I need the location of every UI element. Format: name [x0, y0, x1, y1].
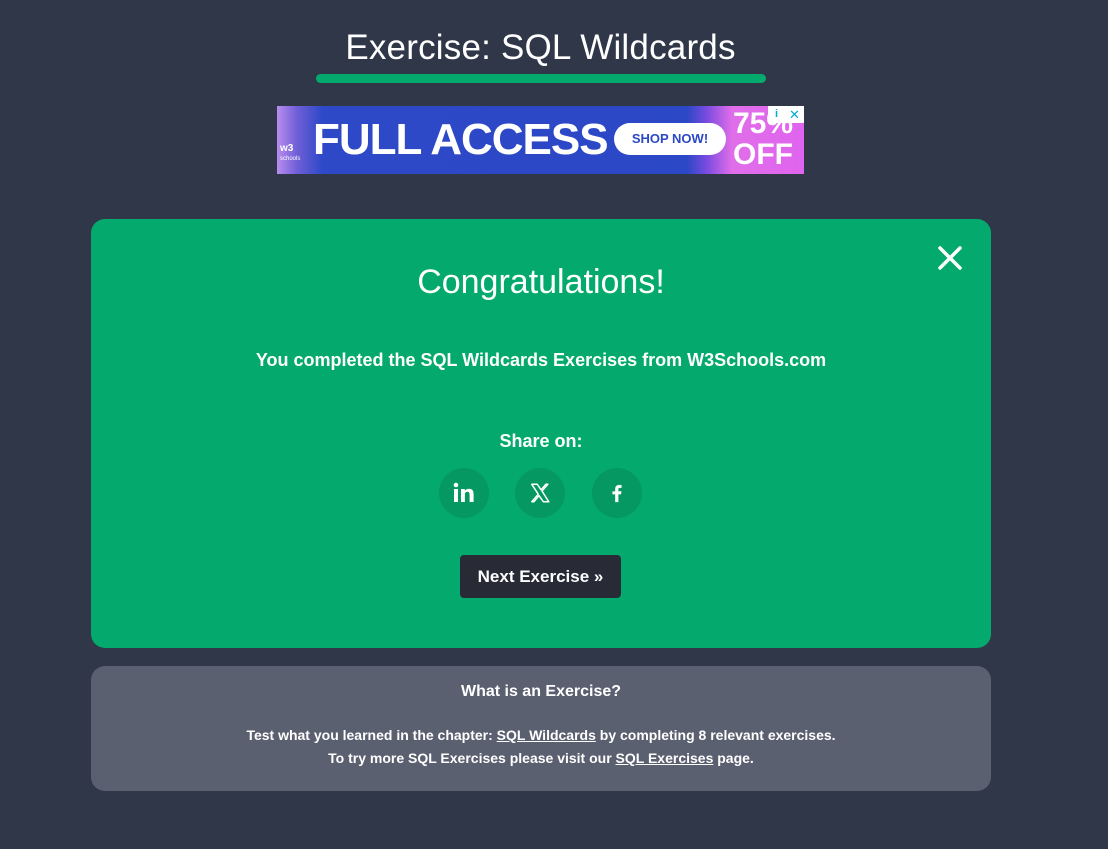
info-line-more: To try more SQL Exercises please visit o…	[328, 750, 754, 766]
x-icon	[531, 483, 550, 503]
share-x-button[interactable]	[515, 468, 565, 518]
info-line-chapter: Test what you learned in the chapter: SQ…	[246, 727, 836, 743]
page-title: Exercise: SQL Wildcards	[345, 28, 736, 67]
info-icon[interactable]: i	[768, 106, 785, 123]
title-underline	[316, 74, 766, 83]
congratulations-modal: Congratulations! You completed the SQL W…	[91, 219, 991, 648]
share-linkedin-button[interactable]	[439, 468, 489, 518]
congratulations-heading: Congratulations!	[417, 263, 665, 301]
sql-exercises-link[interactable]: SQL Exercises	[616, 750, 714, 766]
info-title: What is an Exercise?	[460, 683, 622, 700]
exercise-info-panel: What is an Exercise? Test what you learn…	[91, 666, 991, 791]
ad-brand-logo: w3 schools	[280, 143, 301, 163]
ad-shop-now-button[interactable]: SHOP NOW!	[614, 123, 726, 155]
share-facebook-button[interactable]	[592, 468, 642, 518]
ad-banner[interactable]: w3 schools FULL ACCESS SHOP NOW! 75% OFF…	[277, 106, 804, 174]
close-icon[interactable]: ✕	[785, 106, 804, 123]
ad-headline: FULL ACCESS	[313, 115, 609, 164]
next-exercise-button[interactable]: Next Exercise »	[460, 555, 621, 598]
facebook-icon	[612, 484, 622, 503]
share-label: Share on:	[499, 431, 583, 451]
sql-wildcards-link[interactable]: SQL Wildcards	[497, 727, 596, 743]
linkedin-icon	[453, 482, 474, 502]
completion-message: You completed the SQL Wildcards Exercise…	[255, 350, 827, 370]
